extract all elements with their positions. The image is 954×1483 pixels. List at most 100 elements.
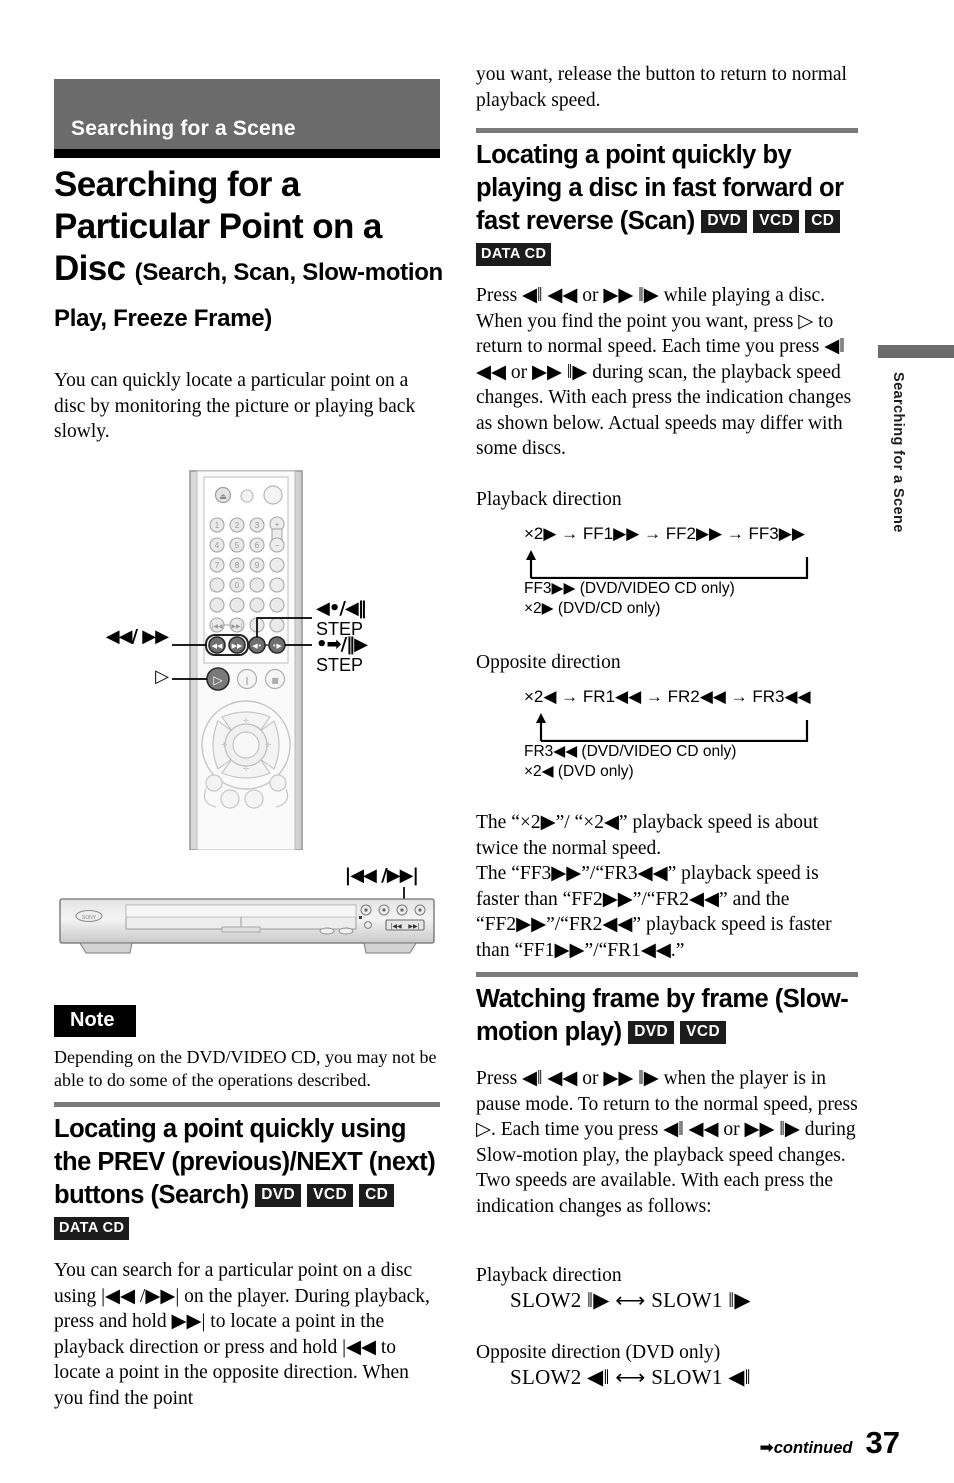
side-tab-bar (878, 345, 954, 358)
remote-control-svg: ⏏ 123 456 789 0 + − |◀◀ ▶▶| ◀◀ ▶▶ ◀• •▶ … (172, 470, 312, 851)
page-title-line3: Disc (54, 249, 126, 288)
svg-text:▶▶: ▶▶ (232, 642, 243, 650)
svg-text:▷: ▷ (213, 673, 223, 687)
svg-text:✛: ✛ (265, 741, 271, 749)
section-search-body: You can search for a particular point on… (54, 1260, 430, 1409)
continued-arrow-icon: ➡ (759, 1438, 774, 1458)
page-footer: ➡continued 37 (759, 1425, 900, 1461)
scan-diagram-opposite: Opposite direction ×2◀ → FR1◀◀ → FR2◀◀ →… (476, 650, 858, 782)
svg-text:✛: ✛ (243, 717, 249, 725)
note-block: Note Depending on the DVD/VIDEO CD, you … (54, 1005, 440, 1092)
chapter-banner-title: Searching for a Scene (71, 117, 296, 140)
svg-text:2: 2 (235, 521, 240, 530)
slow-playback-label: Playback direction (476, 1265, 622, 1286)
callout-step-back-symbol: ◀•/◀‖ (316, 598, 367, 619)
section-scan-heading: Locating a point quickly by playing a di… (476, 139, 858, 238)
note-text: Depending on the DVD/VIDEO CD, you may n… (54, 1047, 437, 1090)
badge-data-cd: DATA CD (476, 243, 552, 266)
scan-playback-note-2: ×2▶ (DVD/CD only) (524, 600, 661, 617)
callout-play: ▷ (48, 666, 169, 687)
player-callout-label: |◀◀ /▶▶| (344, 865, 419, 886)
section-slow-body: Press ◀‖ ◀◀ or ▶▶ ‖▶ when the player is … (476, 1068, 858, 1217)
svg-text:4: 4 (215, 541, 220, 550)
svg-text:◀◀: ◀◀ (212, 642, 223, 650)
scan-playback-label: Playback direction (476, 489, 622, 510)
badge-dvd: DVD (628, 1021, 675, 1044)
side-tab-label: Searching for a Scene (890, 372, 906, 533)
badge-cd: CD (805, 210, 841, 233)
section-slow-heading: Watching frame by frame (Slow-motion pla… (476, 983, 858, 1049)
svg-text:|◀◀: |◀◀ (211, 623, 223, 630)
svg-text:7: 7 (215, 561, 220, 570)
continued-note: ➡continued (759, 1438, 852, 1458)
scan-opposite-loop-arrow (524, 708, 858, 743)
chapter-banner: Searching for a Scene (54, 79, 440, 149)
svg-text:3: 3 (255, 521, 260, 530)
callout-prev-next: ◀◀/ ▶▶ (48, 626, 169, 647)
slow-opposite-sequence: SLOW2 ◀‖ ⟷ SLOW1 ◀‖ (510, 1365, 751, 1389)
section-slow-rule (476, 972, 858, 977)
svg-text:1: 1 (215, 521, 220, 530)
svg-text:▶▶|: ▶▶| (408, 923, 419, 930)
intro-paragraph: You can quickly locate a particular poin… (54, 370, 416, 442)
svg-text:8: 8 (235, 561, 240, 570)
svg-text:▶▶|: ▶▶| (231, 623, 242, 630)
speed-explanation-paragraph: The “×2▶”/ “×2◀” playback speed is about… (476, 812, 832, 961)
dvd-player-figure: |◀◀ /▶▶| SONY |◀◀ ▶▶| (54, 865, 440, 975)
svg-text:9: 9 (255, 561, 260, 570)
svg-text:0: 0 (235, 581, 240, 590)
scan-opposite-note-1: FR3◀◀ (DVD/VIDEO CD only) (524, 743, 737, 760)
svg-text:‖: ‖ (245, 676, 249, 685)
scan-opposite-note-2: ×2◀ (DVD only) (524, 763, 634, 780)
badge-vcd: VCD (307, 1184, 354, 1207)
callout-step-forward: •➡/‖▶ STEP (316, 634, 368, 676)
scan-diagram-playback: Playback direction ×2▶ → FF1▶▶ → FF2▶▶ →… (476, 487, 858, 619)
svg-text:−: − (275, 541, 280, 550)
page-title: Searching for a Particular Point on a Di… (54, 164, 446, 340)
continued-label: continued (773, 1439, 853, 1457)
slow-diagram-opposite: Opposite direction (DVD only) SLOW2 ◀‖ ⟷… (476, 1340, 858, 1390)
svg-text:5: 5 (235, 541, 240, 550)
loop-arrow-svg (536, 713, 809, 743)
section-search: Locating a point quickly using the PREV … (54, 1102, 440, 1411)
remote-control-figure: ⏏ 123 456 789 0 + − |◀◀ ▶▶| ◀◀ ▶▶ ◀• •▶ … (54, 455, 440, 851)
note-label: Note (54, 1005, 137, 1037)
scan-opposite-label: Opposite direction (476, 652, 621, 673)
badge-dvd: DVD (701, 210, 748, 233)
page-title-line1: Searching for a (54, 165, 300, 204)
chapter-banner-underline (54, 149, 440, 158)
side-tab: Searching for a Scene (878, 345, 954, 533)
svg-text:◀•: ◀• (252, 642, 262, 650)
section-scan: Locating a point quickly by playing a di… (476, 128, 858, 462)
svg-text:+: + (275, 520, 280, 529)
section-search-rule (54, 1102, 440, 1107)
slow-playback-sequence: SLOW2 ‖▶ ⟷ SLOW1 ‖▶ (510, 1288, 751, 1312)
svg-text:•▶: •▶ (272, 642, 282, 650)
right-continuation-paragraph: you want, release the button to return t… (476, 64, 847, 111)
callout-play-label: ▷ (155, 666, 169, 687)
section-scan-rule (476, 128, 858, 133)
svg-text:■: ■ (271, 676, 279, 685)
svg-text:✛: ✛ (221, 741, 227, 749)
svg-text:SONY: SONY (82, 915, 97, 921)
svg-text:✛: ✛ (243, 765, 249, 773)
scan-opposite-sequence: ×2◀ → FR1◀◀ → FR2◀◀ → FR3◀◀ (524, 687, 811, 706)
callout-prev-next-label: ◀◀/ ▶▶ (105, 626, 169, 647)
badge-cd: CD (359, 1184, 395, 1207)
section-slow-motion: Watching frame by frame (Slow-motion pla… (476, 972, 858, 1219)
badge-data-cd: DATA CD (54, 1217, 130, 1240)
slow-diagram-playback: Playback direction SLOW2 ‖▶ ⟷ SLOW1 ‖▶ (476, 1263, 858, 1313)
badge-vcd: VCD (680, 1021, 727, 1044)
badge-dvd: DVD (255, 1184, 302, 1207)
callout-step-forward-symbol: •➡/‖▶ (316, 634, 368, 655)
slow-opposite-label: Opposite direction (DVD only) (476, 1342, 721, 1363)
badge-vcd: VCD (753, 210, 800, 233)
dvd-player-svg: SONY |◀◀ ▶▶| (59, 887, 435, 954)
scan-playback-loop-arrow (524, 545, 858, 580)
section-scan-body: Press ◀‖ ◀◀ or ▶▶ ‖▶ while playing a dis… (476, 285, 852, 459)
section-search-heading: Locating a point quickly using the PREV … (54, 1113, 440, 1212)
svg-text:|◀◀: |◀◀ (390, 923, 402, 930)
scan-playback-sequence: ×2▶ → FF1▶▶ → FF2▶▶ → FF3▶▶ (524, 524, 805, 543)
loop-arrow-svg (526, 550, 809, 580)
page-number: 37 (865, 1425, 900, 1460)
